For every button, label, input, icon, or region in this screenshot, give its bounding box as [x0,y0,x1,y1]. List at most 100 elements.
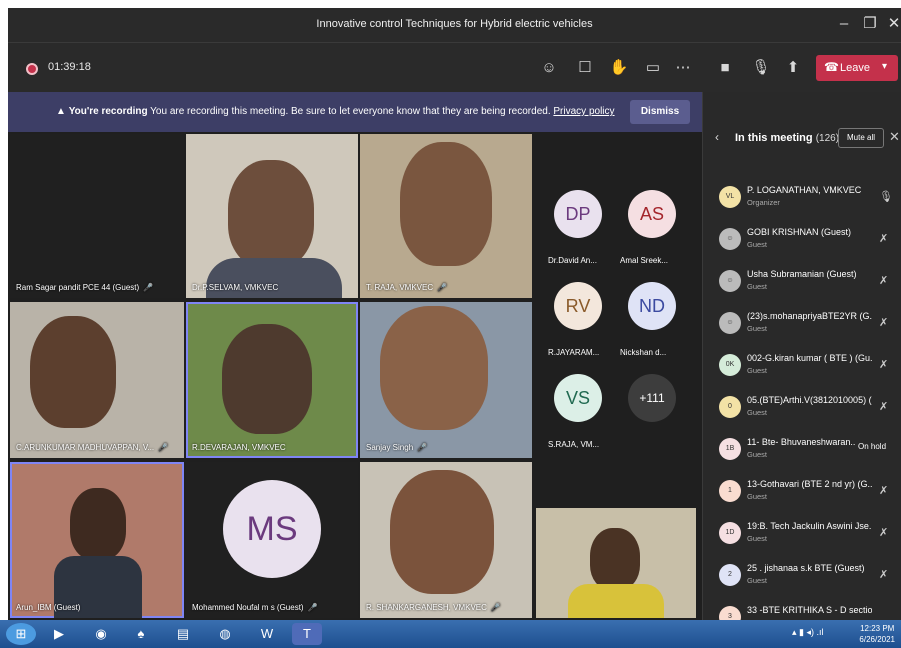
participant-name: 002-G.kiran kumar ( BTE ) (Gu... [747,353,872,363]
window-title: Innovative control Techniques for Hybrid… [316,18,593,30]
avatar[interactable]: DP [554,190,602,238]
mic-off-icon: ✗ [879,359,889,371]
video-tile[interactable]: T. RAJA, VMKVEC 🎤 [360,134,532,298]
panel-title: In this meeting (126) [735,132,839,144]
participant-face [222,324,312,434]
tile-name: R. SHANKARGANESH, VMKVEC [366,603,487,612]
clock-time: 12:23 PM [860,624,895,633]
teams-window: Innovative control Techniques for Hybrid… [8,8,901,620]
tile-name: C.ARUNKUMAR MADHUVAPPAN, V... [16,443,155,452]
video-tile[interactable]: MS Mohammed Noufal m s (Guest) 🎤 [186,462,358,618]
tile-name: Mohammed Noufal m s (Guest) [192,603,304,612]
participant-face [228,160,314,268]
participant-row[interactable]: 0 05.(BTE)Arthi.V(3812010005) (... Guest… [713,392,899,430]
share-icon[interactable]: ⬆ [782,57,804,79]
participant-row[interactable]: 1B 11- Bte- Bhuvaneshwaran.... Guest On … [713,434,899,472]
banner-message: You are recording this meeting. Be sure … [150,106,551,117]
participant-name: 33 -BTE KRITHIKA S - D sectio... [747,605,872,615]
video-tile[interactable]: Arun_IBM (Guest) [10,462,184,618]
video-tile[interactable]: R.DEVARAJAN, VMKVEC [186,302,358,458]
participant-row[interactable]: ☺ (23)s.mohanapriyaBTE2YR (G... Guest ✗ [713,308,899,346]
dismiss-button[interactable]: Dismiss [630,100,690,124]
camera-icon[interactable]: ■ [714,57,736,79]
participant-role: Guest [747,576,768,585]
chevron-down-icon[interactable]: ▾ [882,61,887,72]
on-hold-status: On hold [858,442,887,451]
mic-off-icon: 🎤 [143,283,154,292]
participant-name: GOBI KRISHNAN (Guest) [747,227,852,237]
mic-icon[interactable]: 🎙 [750,57,772,79]
mic-off-icon: ✗ [879,317,889,329]
minimize-icon[interactable]: – [834,13,854,35]
app-icon[interactable]: ♠ [126,623,156,645]
avatar[interactable]: AS [628,190,676,238]
file-explorer-icon[interactable]: ▤ [168,623,198,645]
self-view-tile[interactable] [536,508,696,618]
panel-title-text: In this meeting [735,132,813,144]
more-participants-badge[interactable]: +111 [628,374,676,422]
mic-off-icon: 🎤 [307,603,318,612]
avatar[interactable]: ND [628,282,676,330]
video-tile[interactable]: C.ARUNKUMAR MADHUVAPPAN, V... 🎤 [10,302,184,458]
tile-name: R.DEVARAJAN, VMKVEC [192,443,286,452]
participant-row[interactable]: 1 13-Gothavari (BTE 2 nd yr) (G... Guest… [713,476,899,514]
participant-role: Guest [747,324,768,333]
meeting-timer: 01:39:18 [48,61,91,73]
avatar: 0 [719,396,741,418]
participant-name: (23)s.mohanapriyaBTE2YR (G... [747,311,872,321]
participant-row[interactable]: 0K 002-G.kiran kumar ( BTE ) (Gu... Gues… [713,350,899,388]
participant-row[interactable]: VL P. LOGANATHAN, VMKVEC Organizer 🎙 [713,182,899,220]
participant-row[interactable]: 3 33 -BTE KRITHIKA S - D sectio... [713,602,899,620]
word-icon[interactable]: W [252,623,282,645]
title-bar: Innovative control Techniques for Hybrid… [8,8,901,42]
avatar: MS [223,480,321,578]
participants-icon[interactable]: ☺ [538,57,560,79]
warning-icon: ▲ [56,106,66,117]
video-tile[interactable]: Ram Sagar pandit PCE 44 (Guest) 🎤 [10,134,184,298]
participant-row[interactable]: ☺ Usha Subramanian (Guest) Guest ✗ [713,266,899,304]
taskbar-clock[interactable]: 12:23 PM 6/26/2021 [859,623,895,645]
tile-name: Dr.P.SELVAM, VMKVEC [192,283,279,292]
avatar: 1 [719,480,741,502]
teams-icon[interactable]: T [292,623,322,645]
participant-role: Guest [747,534,768,543]
participant-shirt [206,258,342,298]
maximize-icon[interactable]: ❐ [860,13,880,35]
avatar-person-icon: ☺ [719,228,741,250]
avatar[interactable]: RV [554,282,602,330]
avatar[interactable]: VS [554,374,602,422]
media-player-icon[interactable]: ▶ [44,623,74,645]
participant-name: 11- Bte- Bhuvaneshwaran.... [747,437,855,447]
close-icon[interactable]: ✕ [884,13,901,35]
firefox-icon[interactable]: ◍ [210,623,240,645]
video-tile[interactable]: Dr.P.SELVAM, VMKVEC [186,134,358,298]
participant-face [30,316,116,428]
close-panel-icon[interactable]: ✕ [889,129,900,145]
avatar: 2 [719,564,741,586]
mic-on-icon: 🎙 [879,191,893,203]
avatar-person-icon: ☺ [719,270,741,292]
mic-off-icon: ✗ [879,485,889,497]
mic-off-icon: 🎤 [437,283,448,292]
app-icon[interactable]: ◉ [86,623,116,645]
rooms-icon[interactable]: ▭ [642,57,664,79]
participant-row[interactable]: ☺ GOBI KRISHNAN (Guest) Guest ✗ [713,224,899,262]
avatar-label: Dr.David An... [548,256,597,265]
mute-all-button[interactable]: Mute all [838,128,884,148]
privacy-policy-link[interactable]: Privacy policy [553,106,614,117]
recording-banner: ▲ You're recording You are recording thi… [8,92,702,132]
start-icon[interactable]: ⊞ [6,623,36,645]
avatar: VL [719,186,741,208]
leave-button[interactable]: ☎ Leave ▾ [816,55,898,81]
participant-name: Usha Subramanian (Guest) [747,269,857,279]
participant-row[interactable]: 1D 19:B. Tech Jackulin Aswini Jse... Gue… [713,518,899,556]
phone-icon: ☎ [824,60,839,74]
video-tile[interactable]: R. SHANKARGANESH, VMKVEC 🎤 [360,462,532,618]
more-actions-icon[interactable]: ⋯ [672,57,694,79]
participant-row[interactable]: 2 25 . jishanaa s.k BTE (Guest) Guest ✗ [713,560,899,598]
chat-icon[interactable]: ☐ [574,57,596,79]
participant-face [400,142,492,266]
video-tile[interactable]: Sanjay Singh 🎤 [360,302,532,458]
reactions-icon[interactable]: ✋ [608,57,630,79]
chevron-left-icon[interactable]: ‹ [715,130,719,144]
